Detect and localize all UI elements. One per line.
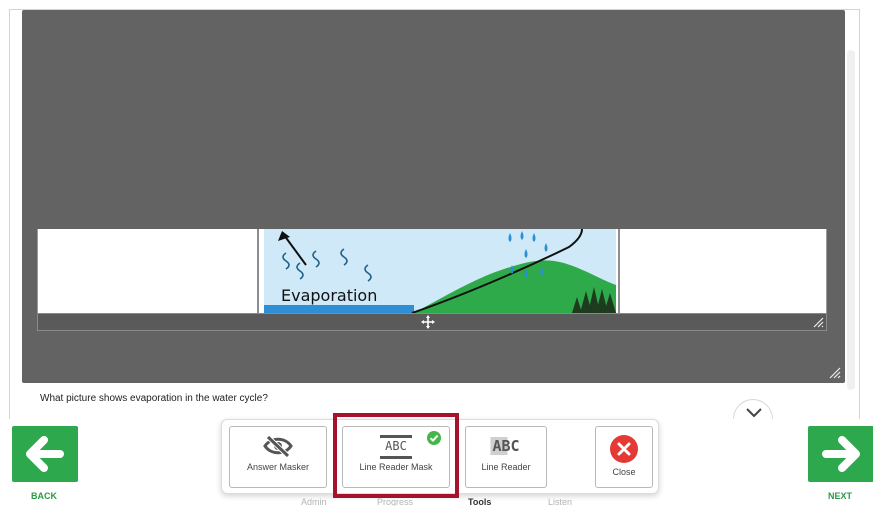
back-button[interactable] [12,426,78,482]
selected-tool-highlight [333,413,459,498]
line-reader-icon: ABC [490,437,522,455]
next-button[interactable] [808,426,873,482]
reader-clear-area: Evaporation [37,229,827,313]
answer-masker-label: Answer Masker [246,462,309,472]
close-tools-button[interactable]: Close [595,426,653,488]
move-icon[interactable] [421,315,435,329]
resize-handle-icon[interactable] [812,316,824,328]
evaporation-label: Evaporation [281,286,378,305]
answer-divider [618,229,620,313]
bottom-tabs: Admin Progress Tools Listen [0,497,873,506]
tab-listen[interactable]: Listen [548,497,572,506]
tab-tools[interactable]: Tools [468,497,491,506]
evaporation-picture[interactable]: Evaporation [264,229,616,313]
line-reader-window[interactable]: Evaporation [37,229,827,331]
resize-handle-icon[interactable] [827,365,841,379]
question-text: What picture shows evaporation in the wa… [40,393,268,404]
answer-divider [257,229,259,313]
eye-slash-icon [263,435,293,457]
close-label: Close [612,467,636,477]
arrow-left-icon [26,436,64,472]
answer-masker-button[interactable]: Answer Masker [229,426,327,488]
chevron-down-icon [746,408,762,418]
tab-progress[interactable]: Progress [377,497,413,506]
line-reader-button[interactable]: ABC Line Reader [465,426,547,488]
line-reader-label: Line Reader [481,462,531,472]
tab-admin[interactable]: Admin [301,497,327,506]
scrollbar[interactable] [847,50,855,390]
close-icon [610,435,638,463]
line-reader-bar[interactable] [37,313,827,331]
arrow-right-icon [822,436,860,472]
